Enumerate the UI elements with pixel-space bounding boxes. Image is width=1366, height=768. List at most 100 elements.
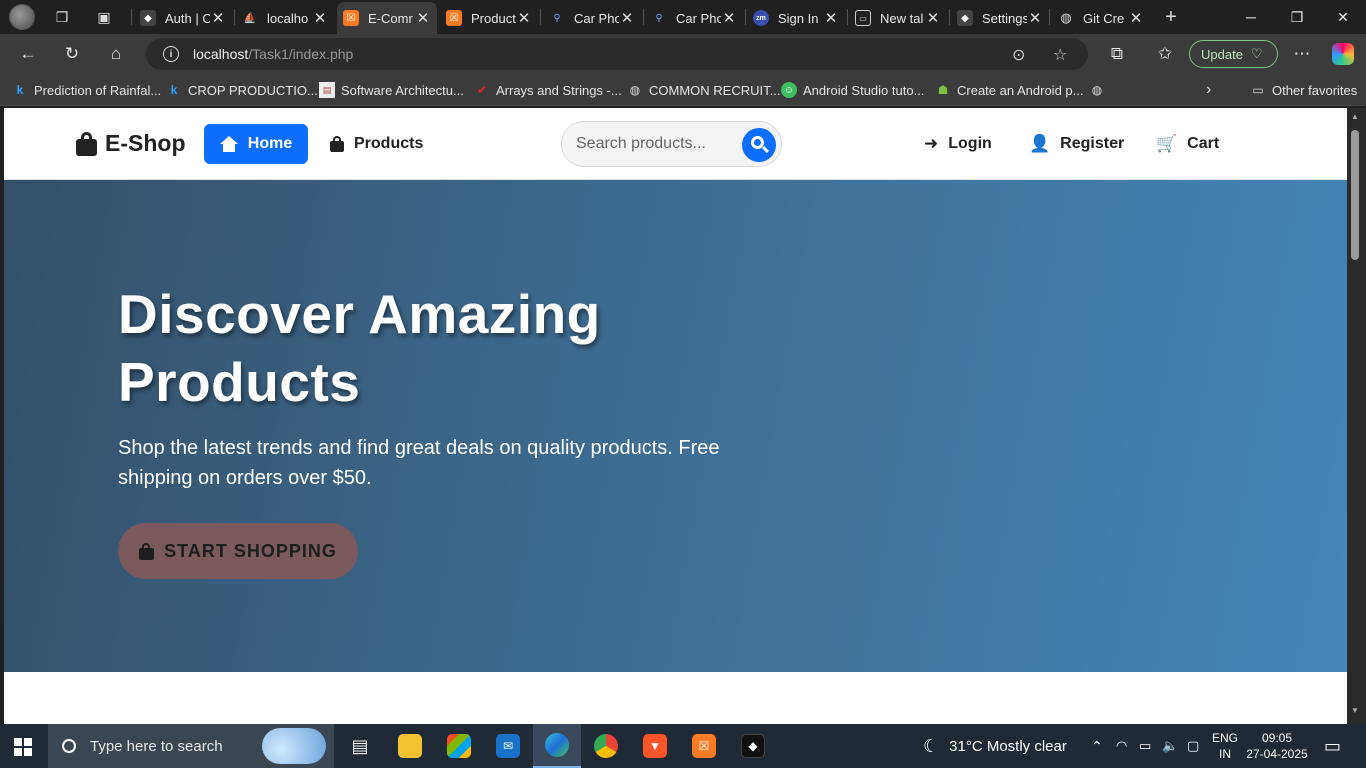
tab-car-photo-1[interactable]: ⚲ Car Pho ✕ [543,2,641,34]
scroll-down-arrow-icon[interactable]: ▼ [1350,706,1360,715]
meet-now-icon[interactable]: ▢ [1187,724,1199,768]
favorite-prediction-rainfall[interactable]: k Prediction of Rainfal... [12,81,162,99]
folder-icon: ▭ [1252,83,1264,97]
minimize-icon[interactable]: ─ [1228,0,1274,34]
favorite-globe[interactable]: ◍ [1089,81,1111,99]
start-shopping-button[interactable]: START SHOPPING [118,523,358,579]
refresh-icon[interactable]: ↻ [59,42,85,66]
more-dots-circle-icon[interactable]: ⊙ [1012,45,1025,65]
globe-icon: ◍ [1091,83,1103,97]
notifications-icon[interactable]: ▭ [1324,724,1341,768]
nav-cart-link[interactable]: 🛒 Cart [1156,132,1219,156]
url-text[interactable]: localhost/Task1/index.php [193,46,353,62]
close-icon[interactable]: ✕ [210,9,226,27]
close-icon[interactable]: ✕ [721,9,737,27]
wifi-icon[interactable]: ◠ [1116,724,1127,768]
chevron-right-icon[interactable]: › [1206,81,1211,99]
home-icon[interactable]: ⌂ [103,42,129,66]
extensions-icon[interactable]: ⧉ [1104,42,1130,66]
nav-login-link[interactable]: ➜ Login [924,132,992,156]
favorite-common-recruitment[interactable]: ◍ COMMON RECRUIT... [627,81,781,99]
shopping-bag-icon [330,136,344,152]
page-scrollbar[interactable]: ▲ ▼ [1347,108,1366,724]
close-icon[interactable]: ✕ [925,9,941,27]
tab-sign-in[interactable]: zm Sign In | ✕ [747,2,845,34]
taskbar-search[interactable]: Type here to search [48,724,334,768]
tray-chevron-up-icon[interactable]: ⌃ [1091,724,1103,768]
weather-widget[interactable]: ☾ 31°C Mostly clear [923,724,1067,768]
dark-cube-icon: ◆ [957,10,973,26]
address-bar[interactable]: i localhost/Task1/index.php ⊙ ☆ [146,38,1088,70]
tab-settings[interactable]: ◆ Settings ✕ [951,2,1049,34]
nav-products-link[interactable]: Products [330,124,423,164]
close-icon[interactable]: ✕ [619,9,635,27]
nav-home-button[interactable]: Home [204,124,308,164]
close-icon[interactable]: ✕ [312,9,328,27]
hero-section: Discover Amazing Products Shop the lates… [4,180,1347,672]
system-clock[interactable]: 09:05 27-04-2025 [1244,730,1310,762]
restore-icon[interactable]: ❐ [1274,0,1320,34]
favorite-arrays-strings[interactable]: ✔ Arrays and Strings -... [474,81,622,99]
k-icon: k [170,83,178,97]
shopping-bag-icon [76,131,97,156]
favorite-create-android[interactable]: ☗ Create an Android p... [935,81,1084,99]
edge-browser-icon[interactable] [533,724,581,768]
other-favorites[interactable]: ▭ Other favorites [1250,81,1357,99]
close-icon[interactable]: ✕ [1128,9,1144,27]
more-menu-icon[interactable]: ⋯ [1289,42,1315,66]
task-view-icon[interactable]: ▤ [336,724,384,768]
workspaces-icon[interactable]: ❐ [51,6,73,28]
file-explorer-icon[interactable] [386,724,434,768]
search-button[interactable] [742,128,776,162]
sign-in-icon: ➜ [924,134,939,153]
close-icon[interactable]: ✕ [516,9,532,27]
volume-icon[interactable]: 🔈 [1162,724,1178,768]
tab-products[interactable]: ☒ Product ✕ [440,2,538,34]
chrome-icon[interactable] [582,724,630,768]
cart-icon: 🛒 [1156,134,1178,153]
favorites-icon[interactable]: ✩ [1152,42,1178,66]
site-info-icon[interactable]: i [163,46,179,62]
newtab-icon: ▭ [855,10,871,26]
close-window-icon[interactable]: ✕ [1320,0,1366,34]
close-icon[interactable]: ✕ [823,9,839,27]
search-input[interactable] [576,132,736,156]
favorite-software-architecture[interactable]: ▤ Software Architectu... [319,81,464,99]
brave-icon[interactable]: ▼ [631,724,679,768]
brand-logo[interactable]: E-Shop [76,130,186,157]
tab-localhost[interactable]: ⛵ localho ✕ [236,2,334,34]
profile-avatar[interactable] [9,4,35,30]
product-search [561,121,782,167]
windows-start-icon[interactable] [14,738,32,756]
weather-moon-icon: ☾ [923,735,940,756]
back-arrow-icon[interactable]: ← [15,42,41,66]
terminal-cube-icon[interactable]: ◆ [729,724,777,768]
scroll-up-arrow-icon[interactable]: ▲ [1350,112,1360,121]
search-icon: ⚲ [655,12,663,24]
mail-icon[interactable]: ✉ [484,724,532,768]
tab-ecommerce[interactable]: ☒ E-Comr ✕ [337,2,437,34]
nav-register-link[interactable]: 👤 Register [1029,132,1124,156]
tab-car-photo-2[interactable]: ⚲ Car Pho ✕ [645,2,743,34]
xampp-icon[interactable]: ☒ [680,724,728,768]
favorite-star-icon[interactable]: ☆ [1053,45,1067,65]
vertical-tabs-icon[interactable]: ▣ [93,6,115,28]
favorite-android-studio[interactable]: ☺ Android Studio tuto... [781,81,924,99]
search-icon [62,739,76,753]
copilot-icon[interactable] [1332,43,1354,65]
xampp-icon: ☒ [446,10,462,26]
new-tab-plus-icon[interactable]: + [1160,6,1182,28]
close-icon[interactable]: ✕ [415,9,431,27]
scrollbar-thumb[interactable] [1351,130,1359,260]
update-button[interactable]: Update ♡ [1189,40,1278,68]
tab-new-tab[interactable]: ▭ New tal ✕ [849,2,947,34]
favorite-crop-production[interactable]: k CROP PRODUCTIO... [166,81,318,99]
search-highlight-image [262,728,326,764]
microsoft-store-icon[interactable] [435,724,483,768]
battery-icon[interactable]: ▭ [1139,724,1151,768]
tab-git-credentials[interactable]: ◍ Git Cre ✕ [1052,2,1150,34]
tab-auth[interactable]: ◆ Auth | C ✕ [134,2,232,34]
doc-icon: ▤ [319,82,335,98]
language-indicator[interactable]: ENG IN [1210,730,1240,762]
close-icon[interactable]: ✕ [1027,9,1043,27]
